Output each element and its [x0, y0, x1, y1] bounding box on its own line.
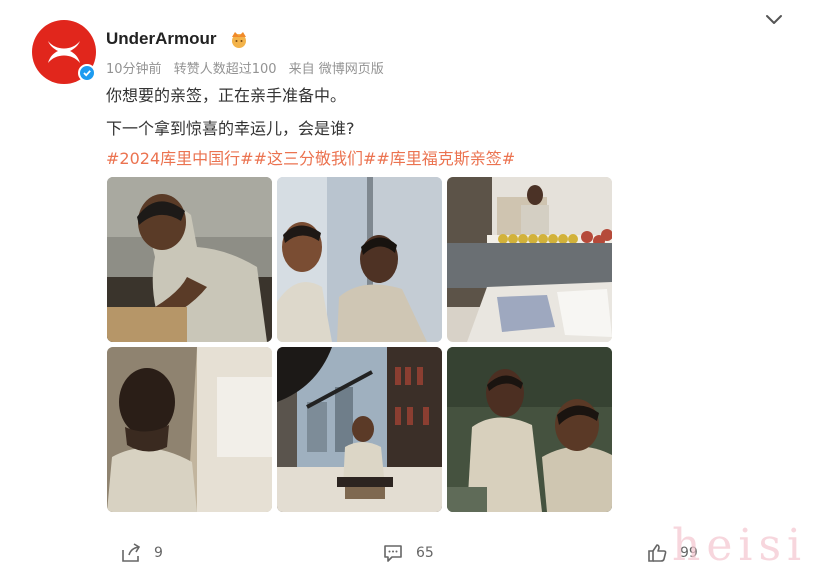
post-source[interactable]: 来自 微博网页版	[289, 62, 384, 77]
reposts-info: 转赞人数超过100	[173, 62, 277, 77]
watermark: heisi	[672, 520, 808, 571]
post-meta: 10分钟前 转赞人数超过100 来自 微博网页版	[106, 58, 384, 77]
verified-badge-icon	[78, 64, 96, 82]
post-time[interactable]: 10分钟前	[106, 62, 162, 77]
thumbs-up-icon	[648, 544, 667, 562]
comment-button[interactable]: 65	[382, 542, 434, 564]
comment-count: 65	[416, 545, 434, 561]
post-text-line-2: 下一个拿到惊喜的幸运儿，会是谁?	[106, 119, 355, 138]
repost-button[interactable]: 9	[120, 542, 163, 564]
repost-count: 9	[154, 545, 163, 561]
post-photo-3[interactable]	[447, 177, 612, 342]
post-photo-6[interactable]	[447, 347, 612, 512]
post-photo-1[interactable]	[107, 177, 272, 342]
crown-icon	[232, 32, 246, 48]
post-photo-2[interactable]	[277, 177, 442, 342]
share-icon	[122, 543, 141, 562]
under-armour-logo-icon	[48, 41, 80, 63]
post-text-line-1: 你想要的亲签，正在亲手准备中。	[106, 86, 347, 105]
username[interactable]: UnderArmour	[106, 29, 217, 49]
chevron-down-icon[interactable]	[764, 13, 784, 27]
hashtags[interactable]: #2024库里中国行##这三分敬我们##库里福克斯亲签#	[106, 145, 515, 169]
post-photo-4[interactable]	[107, 347, 272, 512]
post-photo-5[interactable]	[277, 347, 442, 512]
comment-icon	[384, 545, 402, 562]
